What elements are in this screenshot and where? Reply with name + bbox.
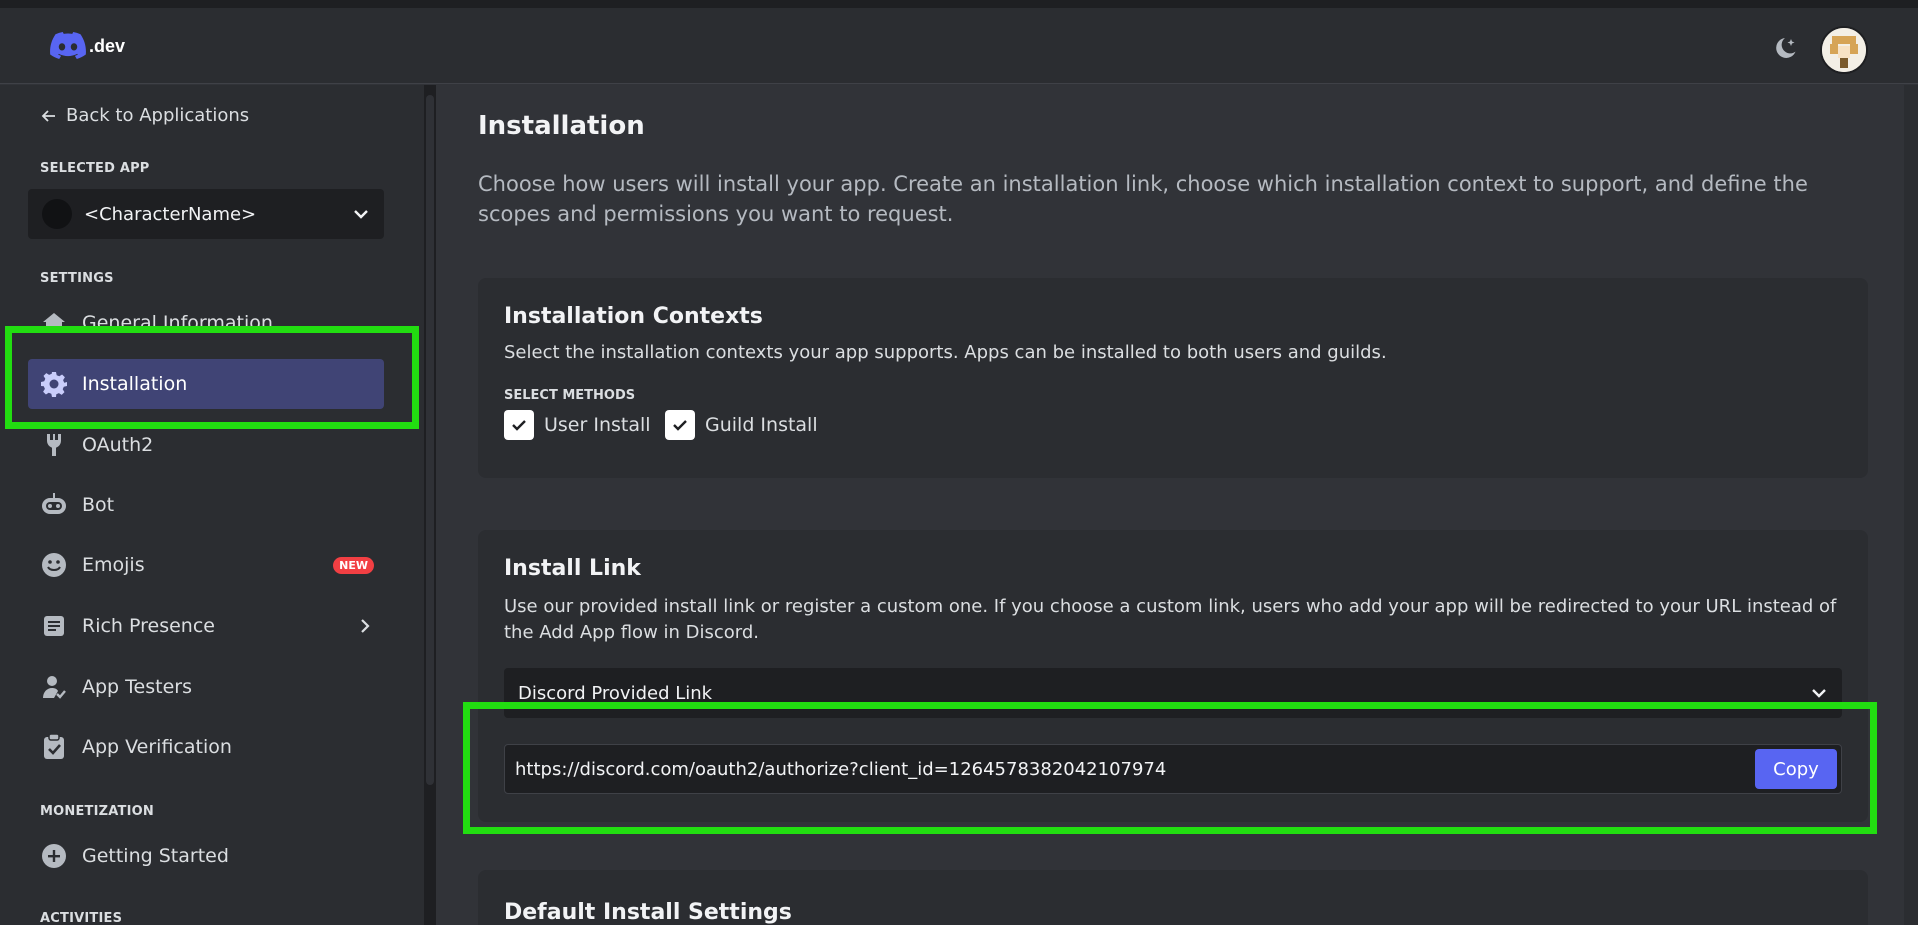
sidebar-item-label: Installation: [82, 373, 188, 395]
sidebar-item-general-information[interactable]: General Information: [28, 298, 384, 348]
sidebar-item-label: Emojis: [82, 554, 145, 576]
sidebar-item-label: App Verification: [82, 736, 232, 758]
moon-sparkle-icon: [1776, 38, 1796, 58]
sidebar-item-app-testers[interactable]: App Testers: [28, 662, 384, 712]
emoji-icon: [38, 549, 70, 581]
installation-contexts-card: Installation Contexts Select the install…: [478, 278, 1868, 478]
chevron-right-icon: [361, 619, 370, 633]
card-description: Select the installation contexts your ap…: [504, 342, 1387, 363]
sidebar-scrollbar-thumb[interactable]: [426, 95, 434, 785]
card-title: Default Install Settings: [504, 900, 792, 925]
checkmark-icon: [512, 420, 526, 431]
logo-text: .dev: [89, 35, 126, 56]
wrench-icon: [38, 429, 70, 461]
sidebar-item-label: Getting Started: [82, 845, 229, 867]
page-description: Choose how users will install your app. …: [478, 172, 1808, 226]
sidebar-item-emojis[interactable]: Emojis NEW: [28, 540, 384, 590]
sidebar-item-app-verification[interactable]: App Verification: [28, 722, 384, 772]
sidebar-item-label: Bot: [82, 494, 115, 516]
card-title: Install Link: [504, 556, 641, 581]
clipboard-check-icon: [38, 731, 70, 763]
sidebar-item-oauth2[interactable]: OAuth2: [28, 420, 384, 470]
app-selector[interactable]: <CharacterName>: [28, 189, 384, 239]
install-link-card: Install Link Use our provided install li…: [478, 530, 1868, 822]
guild-install-checkbox[interactable]: Guild Install: [665, 410, 818, 440]
sidebar-item-installation[interactable]: Installation: [28, 359, 384, 409]
avatar-image: [1822, 28, 1866, 72]
activities-heading: ACTIVITIES: [40, 911, 123, 925]
sidebar: Back to Applications SELECTED APP <Chara…: [0, 85, 424, 925]
install-link-type-dropdown[interactable]: Discord Provided Link: [504, 668, 1842, 718]
install-link-url[interactable]: https://discord.com/oauth2/authorize?cli…: [515, 759, 1755, 780]
discord-dev-logo[interactable]: .dev: [50, 32, 125, 60]
selected-app-name: <CharacterName>: [84, 203, 257, 225]
default-install-settings-card: Default Install Settings: [478, 870, 1868, 925]
sidebar-scrollbar[interactable]: [424, 85, 436, 925]
sidebar-item-getting-started[interactable]: Getting Started: [28, 831, 384, 881]
main-content: Installation Choose how users will insta…: [436, 85, 1904, 925]
sidebar-item-label: OAuth2: [82, 434, 154, 456]
user-install-label: User Install: [544, 414, 651, 436]
sidebar-item-label: General Information: [82, 312, 273, 334]
discord-logo-icon: [50, 32, 86, 59]
gear-icon: [38, 368, 70, 400]
monetization-heading: MONETIZATION: [40, 804, 154, 819]
select-methods-heading: SELECT METHODS: [504, 388, 636, 403]
settings-heading: SETTINGS: [40, 271, 114, 286]
page-title: Installation: [478, 111, 645, 141]
dropdown-value: Discord Provided Link: [518, 682, 713, 704]
install-link-field[interactable]: https://discord.com/oauth2/authorize?cli…: [504, 744, 1842, 794]
top-bar: .dev: [0, 8, 1918, 84]
sidebar-item-bot[interactable]: Bot: [28, 480, 384, 530]
plus-circle-icon: [38, 840, 70, 872]
sidebar-item-rich-presence[interactable]: Rich Presence: [28, 601, 384, 651]
person-icon: [38, 671, 70, 703]
chevron-down-icon: [1812, 689, 1826, 698]
selected-app-heading: SELECTED APP: [40, 161, 150, 176]
guild-install-label: Guild Install: [705, 414, 818, 436]
sidebar-item-label: App Testers: [82, 676, 192, 698]
document-icon: [38, 610, 70, 642]
checkmark-icon: [673, 420, 687, 431]
sidebar-item-label: Rich Presence: [82, 615, 215, 637]
checkbox-checked[interactable]: [665, 410, 695, 440]
app-avatar: [42, 199, 72, 229]
arrow-left-icon: [41, 109, 55, 122]
theme-toggle-button[interactable]: [1768, 32, 1802, 66]
main-scrollbar[interactable]: [1904, 85, 1918, 925]
new-badge: NEW: [333, 556, 374, 574]
window-top-strip: [0, 0, 1918, 8]
chevron-down-icon: [354, 210, 368, 219]
card-description: Use our provided install link or registe…: [504, 596, 1837, 643]
user-avatar[interactable]: [1820, 26, 1868, 74]
home-icon: [38, 307, 70, 339]
bot-icon: [38, 489, 70, 521]
copy-button[interactable]: Copy: [1755, 749, 1837, 789]
card-title: Installation Contexts: [504, 304, 763, 329]
back-to-applications-link[interactable]: Back to Applications: [40, 105, 249, 126]
back-label: Back to Applications: [66, 105, 250, 126]
user-install-checkbox[interactable]: User Install: [504, 410, 651, 440]
checkbox-checked[interactable]: [504, 410, 534, 440]
